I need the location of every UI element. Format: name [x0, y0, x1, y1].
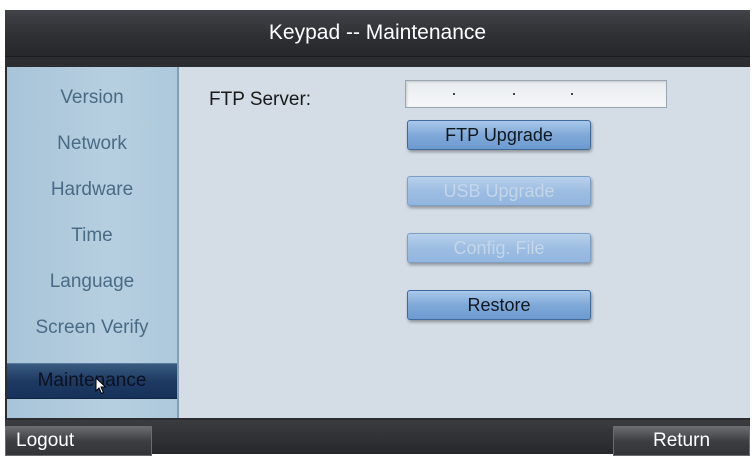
- sidebar-item-label: Language: [49, 271, 135, 292]
- sidebar-item-label: Screen Verify: [35, 317, 149, 338]
- keypad-window: Keypad -- Maintenance Version Network Ha…: [5, 10, 750, 456]
- sidebar-item-maintenance[interactable]: Maintenance: [7, 363, 177, 399]
- sidebar-item-network[interactable]: Network: [7, 127, 177, 161]
- logout-label: Logout: [16, 430, 75, 451]
- title-bar: Keypad -- Maintenance: [5, 10, 750, 57]
- ftp-upgrade-label: FTP Upgrade: [445, 124, 553, 145]
- ftp-server-label: FTP Server:: [209, 89, 312, 110]
- ip-separator-dot: [513, 93, 515, 95]
- sidebar-item-label: Maintenance: [37, 370, 147, 391]
- ip-separator-dot: [571, 93, 573, 95]
- config-file-button: Config. File: [407, 233, 591, 263]
- usb-upgrade-label: USB Upgrade: [443, 180, 555, 201]
- ip-separator-dot: [453, 93, 455, 95]
- sidebar-item-hardware[interactable]: Hardware: [7, 173, 177, 207]
- return-button[interactable]: Return: [613, 426, 750, 456]
- ftp-server-input[interactable]: [405, 80, 667, 108]
- sidebar-item-label: Network: [57, 133, 127, 154]
- sidebar: Version Network Hardware Time Language S…: [7, 67, 179, 418]
- sidebar-item-label: Version: [60, 87, 124, 108]
- sidebar-item-label: Hardware: [50, 179, 134, 200]
- screen: Keypad -- Maintenance Version Network Ha…: [0, 0, 752, 456]
- restore-label: Restore: [467, 294, 531, 315]
- arrow-cursor-icon: [95, 377, 107, 395]
- sidebar-item-label: Time: [71, 225, 113, 246]
- sidebar-item-version[interactable]: Version: [7, 81, 177, 115]
- usb-upgrade-button: USB Upgrade: [407, 176, 591, 206]
- maintenance-panel: FTP Server: FTP Upgrade USB Upgrade Conf…: [179, 67, 750, 418]
- return-label: Return: [652, 430, 711, 451]
- window-title: Keypad -- Maintenance: [268, 21, 487, 44]
- logout-button[interactable]: Logout: [5, 426, 152, 456]
- restore-button[interactable]: Restore: [407, 290, 591, 320]
- sidebar-item-screen-verify[interactable]: Screen Verify: [7, 311, 177, 345]
- config-file-label: Config. File: [453, 237, 545, 258]
- ftp-upgrade-button[interactable]: FTP Upgrade: [407, 120, 591, 150]
- sidebar-item-time[interactable]: Time: [7, 219, 177, 253]
- sidebar-item-language[interactable]: Language: [7, 265, 177, 299]
